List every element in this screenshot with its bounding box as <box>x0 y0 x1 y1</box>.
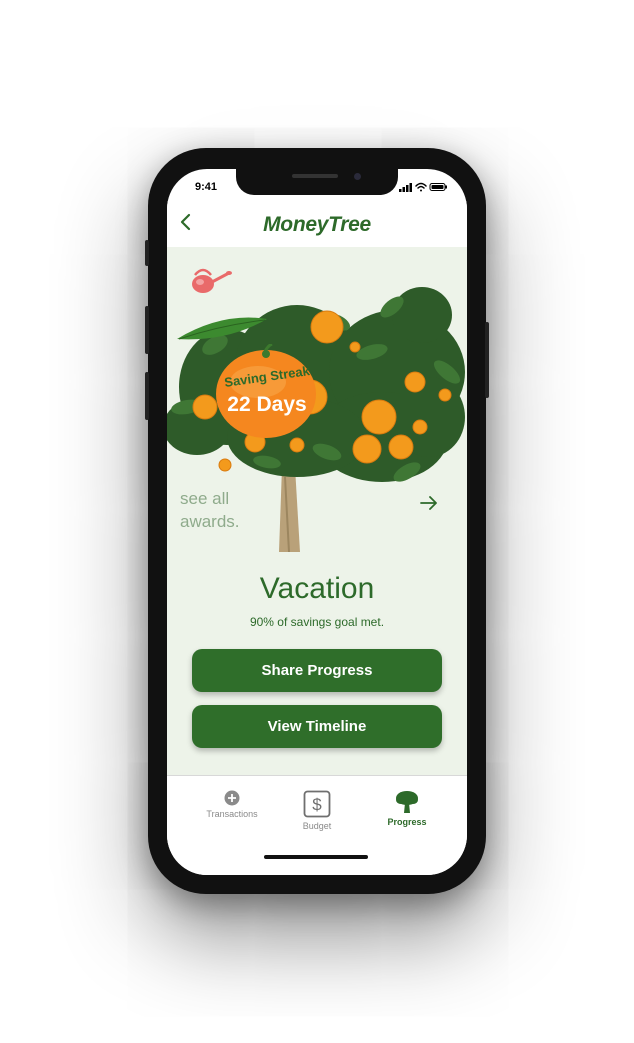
tab-label: Progress <box>387 817 427 827</box>
tab-bar: Transactions $ Budget Progress <box>167 775 467 875</box>
tab-transactions[interactable]: Transactions <box>187 790 277 819</box>
home-indicator[interactable] <box>264 855 368 859</box>
volume-down-button <box>145 372 149 420</box>
awards-line-2: awards. <box>180 512 240 531</box>
tab-progress[interactable]: Progress <box>362 790 452 827</box>
goal-name: Vacation <box>259 572 375 605</box>
signal-icon <box>399 183 412 192</box>
battery-icon <box>429 183 447 191</box>
streak-orange-badge <box>216 344 316 438</box>
tab-label: Transactions <box>206 809 258 819</box>
status-icons <box>399 182 447 192</box>
speaker <box>292 174 338 178</box>
power-button <box>485 322 489 398</box>
status-time: 9:41 <box>195 181 218 193</box>
plus-circle-icon <box>224 790 240 806</box>
app-title: MoneyTree <box>263 213 371 236</box>
wifi-icon <box>415 182 427 192</box>
front-camera <box>354 173 361 180</box>
tree-trunk <box>279 467 300 552</box>
screen: 9:41 MoneyTree Saving Streak 22 Days see… <box>167 169 467 875</box>
goal-progress-text: 90% of savings goal met. <box>249 615 385 629</box>
dollar-box-icon: $ <box>303 790 331 818</box>
volume-up-button <box>145 306 149 354</box>
mute-switch <box>145 240 149 266</box>
view-timeline-button[interactable]: View Timeline <box>192 705 442 748</box>
arrow-right-icon[interactable] <box>419 495 439 511</box>
app-header: MoneyTree <box>167 201 467 247</box>
tab-budget[interactable]: $ Budget <box>272 790 362 831</box>
phone-frame: 9:41 MoneyTree Saving Streak 22 Days see… <box>145 148 489 894</box>
share-progress-button[interactable]: Share Progress <box>192 649 442 692</box>
awards-line-1: see all <box>180 489 230 508</box>
see-all-awards-link[interactable]: see all awards. <box>180 487 270 533</box>
streak-days: 22 Days <box>227 393 307 416</box>
progress-content: Saving Streak 22 Days see all awards. Va… <box>167 247 467 775</box>
svg-text:$: $ <box>312 795 322 814</box>
tab-label: Budget <box>302 821 332 831</box>
tree-icon <box>396 791 418 813</box>
notch <box>236 169 398 195</box>
